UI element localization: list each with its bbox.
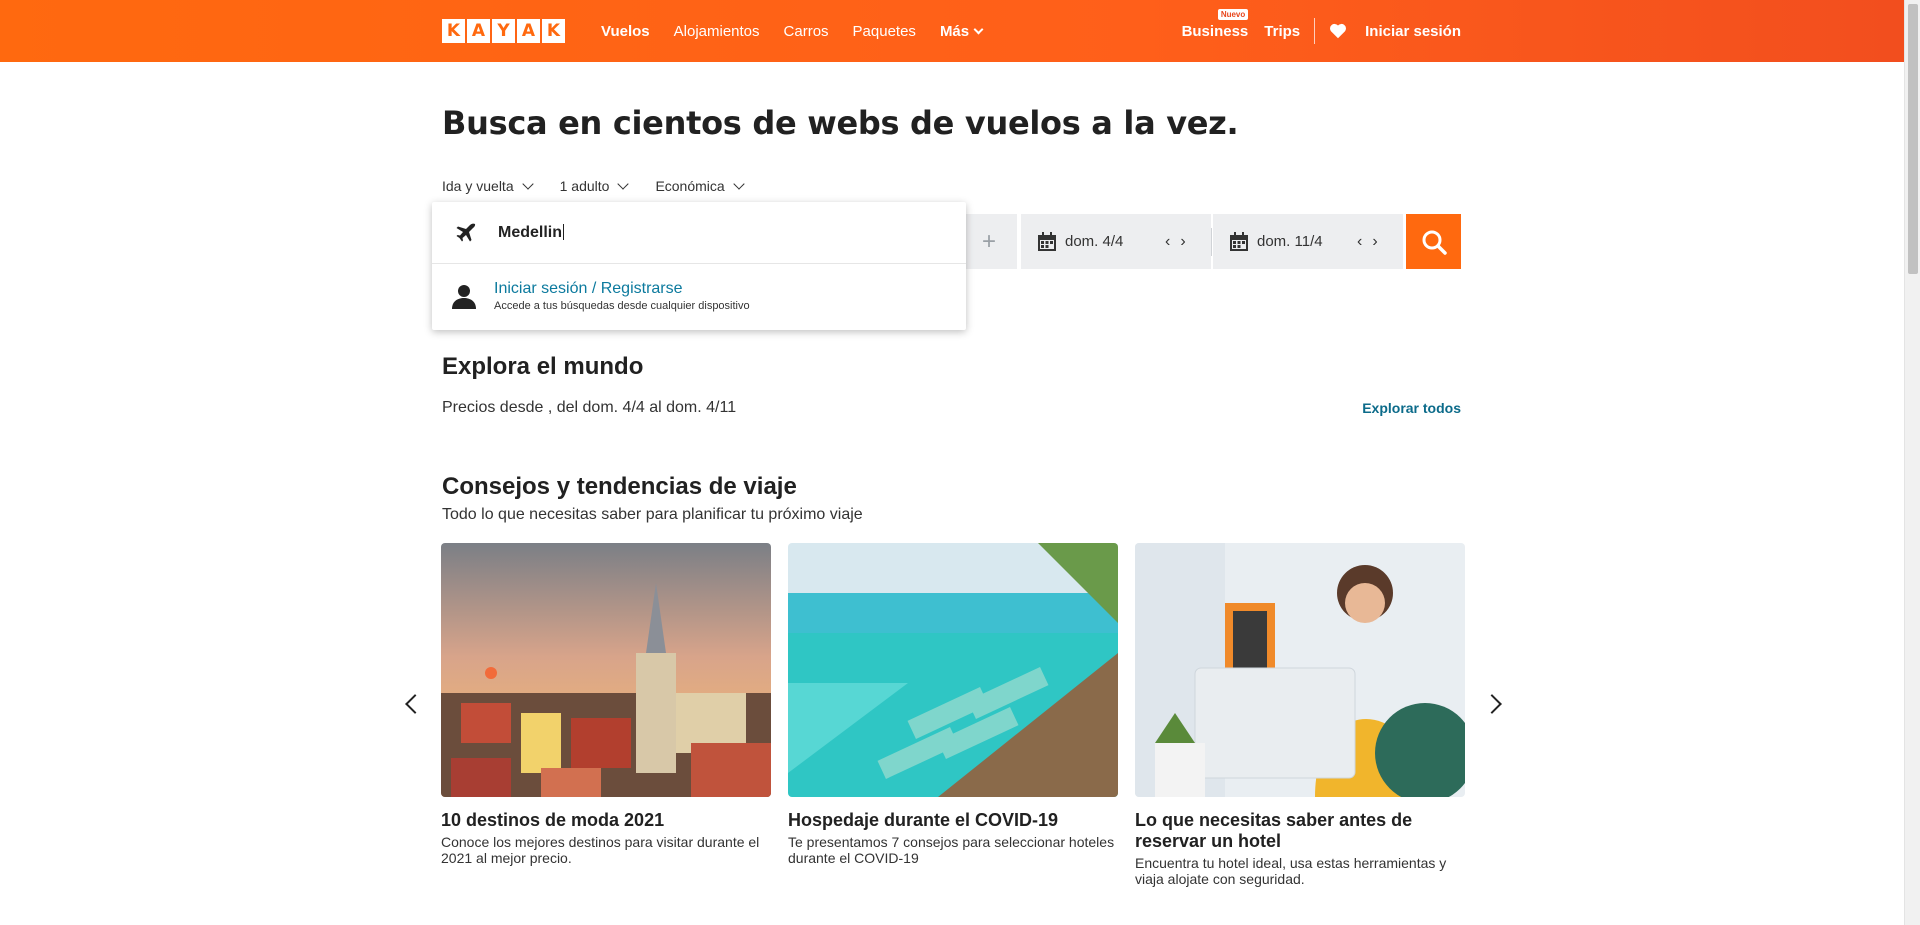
card-description: Encuentra tu hotel ideal, usa estas herr… (1135, 855, 1447, 887)
tip-card[interactable]: Hospedaje durante el COVID-19 Te present… (788, 543, 1118, 866)
kayak-logo[interactable]: K A Y A K (442, 19, 565, 43)
card-description: Conoce los mejores destinos para visitar… (441, 834, 760, 866)
chevron-down-icon (973, 24, 984, 34)
date-divider (1211, 228, 1212, 256)
nav-divider (1314, 18, 1316, 44)
logo-letter: Y (492, 19, 515, 43)
page-scrollbar[interactable] (1904, 0, 1920, 925)
origin-value: Medellin (498, 223, 563, 241)
card-description: Te presentamos 7 consejos para seleccion… (788, 834, 1115, 866)
add-destination-button[interactable]: + (961, 214, 1017, 269)
trip-type-value: Ida y vuelta (442, 178, 514, 194)
depart-date-value: dom. 4/4 (1065, 233, 1124, 250)
tips-subtitle: Todo lo que necesitas saber para planifi… (442, 506, 863, 523)
page-headline: Busca en cientos de webs de vuelos a la … (442, 104, 1239, 142)
next-day-icon[interactable]: › (1180, 233, 1185, 251)
nav-vuelos[interactable]: Vuelos (601, 23, 650, 40)
return-date-field[interactable]: dom. 11/4 ‹ › (1213, 214, 1403, 269)
new-badge: Nuevo (1217, 8, 1249, 20)
nav-label: Más (939, 22, 970, 40)
search-icon (1422, 230, 1447, 255)
chevron-down-icon (521, 178, 534, 190)
logo-letter: K (542, 19, 565, 43)
search-options: Ida y vuelta 1 adulto Económica (442, 178, 745, 194)
nav-alojamientos[interactable]: Alojamientos (674, 23, 760, 40)
scrollbar-thumb[interactable] (1908, 4, 1918, 274)
logo-letter: A (517, 19, 540, 43)
prev-day-icon[interactable]: ‹ (1165, 233, 1170, 251)
logo-letter: A (467, 19, 490, 43)
origin-input[interactable]: Medellin (432, 202, 966, 264)
nav-label: Alojamientos (673, 22, 760, 40)
user-nav: Nuevo Business Trips Iniciar sesión (1182, 0, 1461, 62)
card-title: Hospedaje durante el COVID-19 (788, 810, 1059, 830)
trips-link[interactable]: Trips (1264, 23, 1300, 40)
carousel-next-icon[interactable] (1482, 694, 1502, 714)
nav-carros[interactable]: Carros (784, 23, 829, 40)
next-day-icon[interactable]: › (1372, 233, 1377, 251)
plus-icon: + (981, 227, 996, 255)
trips-label: Trips (1264, 22, 1301, 40)
login-suggestion[interactable]: Iniciar sesión / Registrarse Accede a tu… (432, 264, 966, 312)
suggestion-subtitle: Accede a tus búsquedas desde cualquier d… (494, 300, 750, 312)
card-title: Lo que necesitas saber antes de reservar… (1135, 810, 1413, 851)
logo-letter: K (442, 19, 465, 43)
return-date-value: dom. 11/4 (1257, 233, 1323, 250)
cabin-value: Económica (655, 178, 725, 194)
suggestion-title: Iniciar sesión / Registrarse (494, 280, 683, 297)
explore-subtitle: Precios desde , del dom. 4/4 al dom. 4/1… (442, 399, 737, 416)
nav-label: Carros (783, 22, 829, 40)
business-link[interactable]: Nuevo Business (1181, 8, 1249, 40)
card-image-cartagena (441, 543, 771, 797)
trip-type-select[interactable]: Ida y vuelta (442, 178, 534, 194)
business-label: Business (1181, 22, 1249, 40)
nav-mas[interactable]: Más (939, 22, 984, 40)
nav-label: Vuelos (601, 22, 650, 40)
tip-card[interactable]: 10 destinos de moda 2021 Conoce los mejo… (441, 543, 771, 866)
user-icon (452, 285, 476, 309)
explore-all-link[interactable]: Explorar todos (1362, 400, 1461, 416)
carousel-prev-icon[interactable] (405, 694, 425, 714)
main-nav: Vuelos Alojamientos Carros Paquetes Más (601, 0, 984, 62)
login-label: Iniciar sesión (1365, 22, 1461, 40)
card-image-pool (788, 543, 1118, 797)
card-title: 10 destinos de moda 2021 (441, 810, 665, 830)
prev-day-icon[interactable]: ‹ (1357, 233, 1362, 251)
explore-title: Explora el mundo (442, 353, 644, 380)
depart-date-field[interactable]: dom. 4/4 ‹ › (1021, 214, 1211, 269)
origin-dropdown: Medellin Iniciar sesión / Registrarse Ac… (432, 202, 966, 330)
card-image-woman-laptop (1135, 543, 1465, 797)
tips-title: Consejos y tendencias de viaje (442, 473, 797, 500)
heart-icon[interactable] (1329, 23, 1347, 39)
airplane-icon (456, 223, 476, 241)
chevron-down-icon (617, 178, 630, 190)
travelers-value: 1 adulto (559, 178, 610, 194)
top-nav-bar: K A Y A K Vuelos Alojamientos Carros Paq… (0, 0, 1904, 62)
calendar-icon (1230, 231, 1248, 251)
travelers-select[interactable]: 1 adulto (559, 178, 630, 194)
text-caret (563, 224, 565, 241)
login-link[interactable]: Iniciar sesión (1365, 23, 1461, 40)
cabin-select[interactable]: Económica (655, 178, 745, 194)
calendar-icon (1038, 231, 1056, 251)
chevron-down-icon (733, 178, 745, 190)
search-button[interactable] (1406, 214, 1461, 269)
nav-paquetes[interactable]: Paquetes (853, 23, 916, 40)
nav-label: Paquetes (852, 22, 916, 40)
tip-card[interactable]: Lo que necesitas saber antes de reservar… (1135, 543, 1465, 887)
